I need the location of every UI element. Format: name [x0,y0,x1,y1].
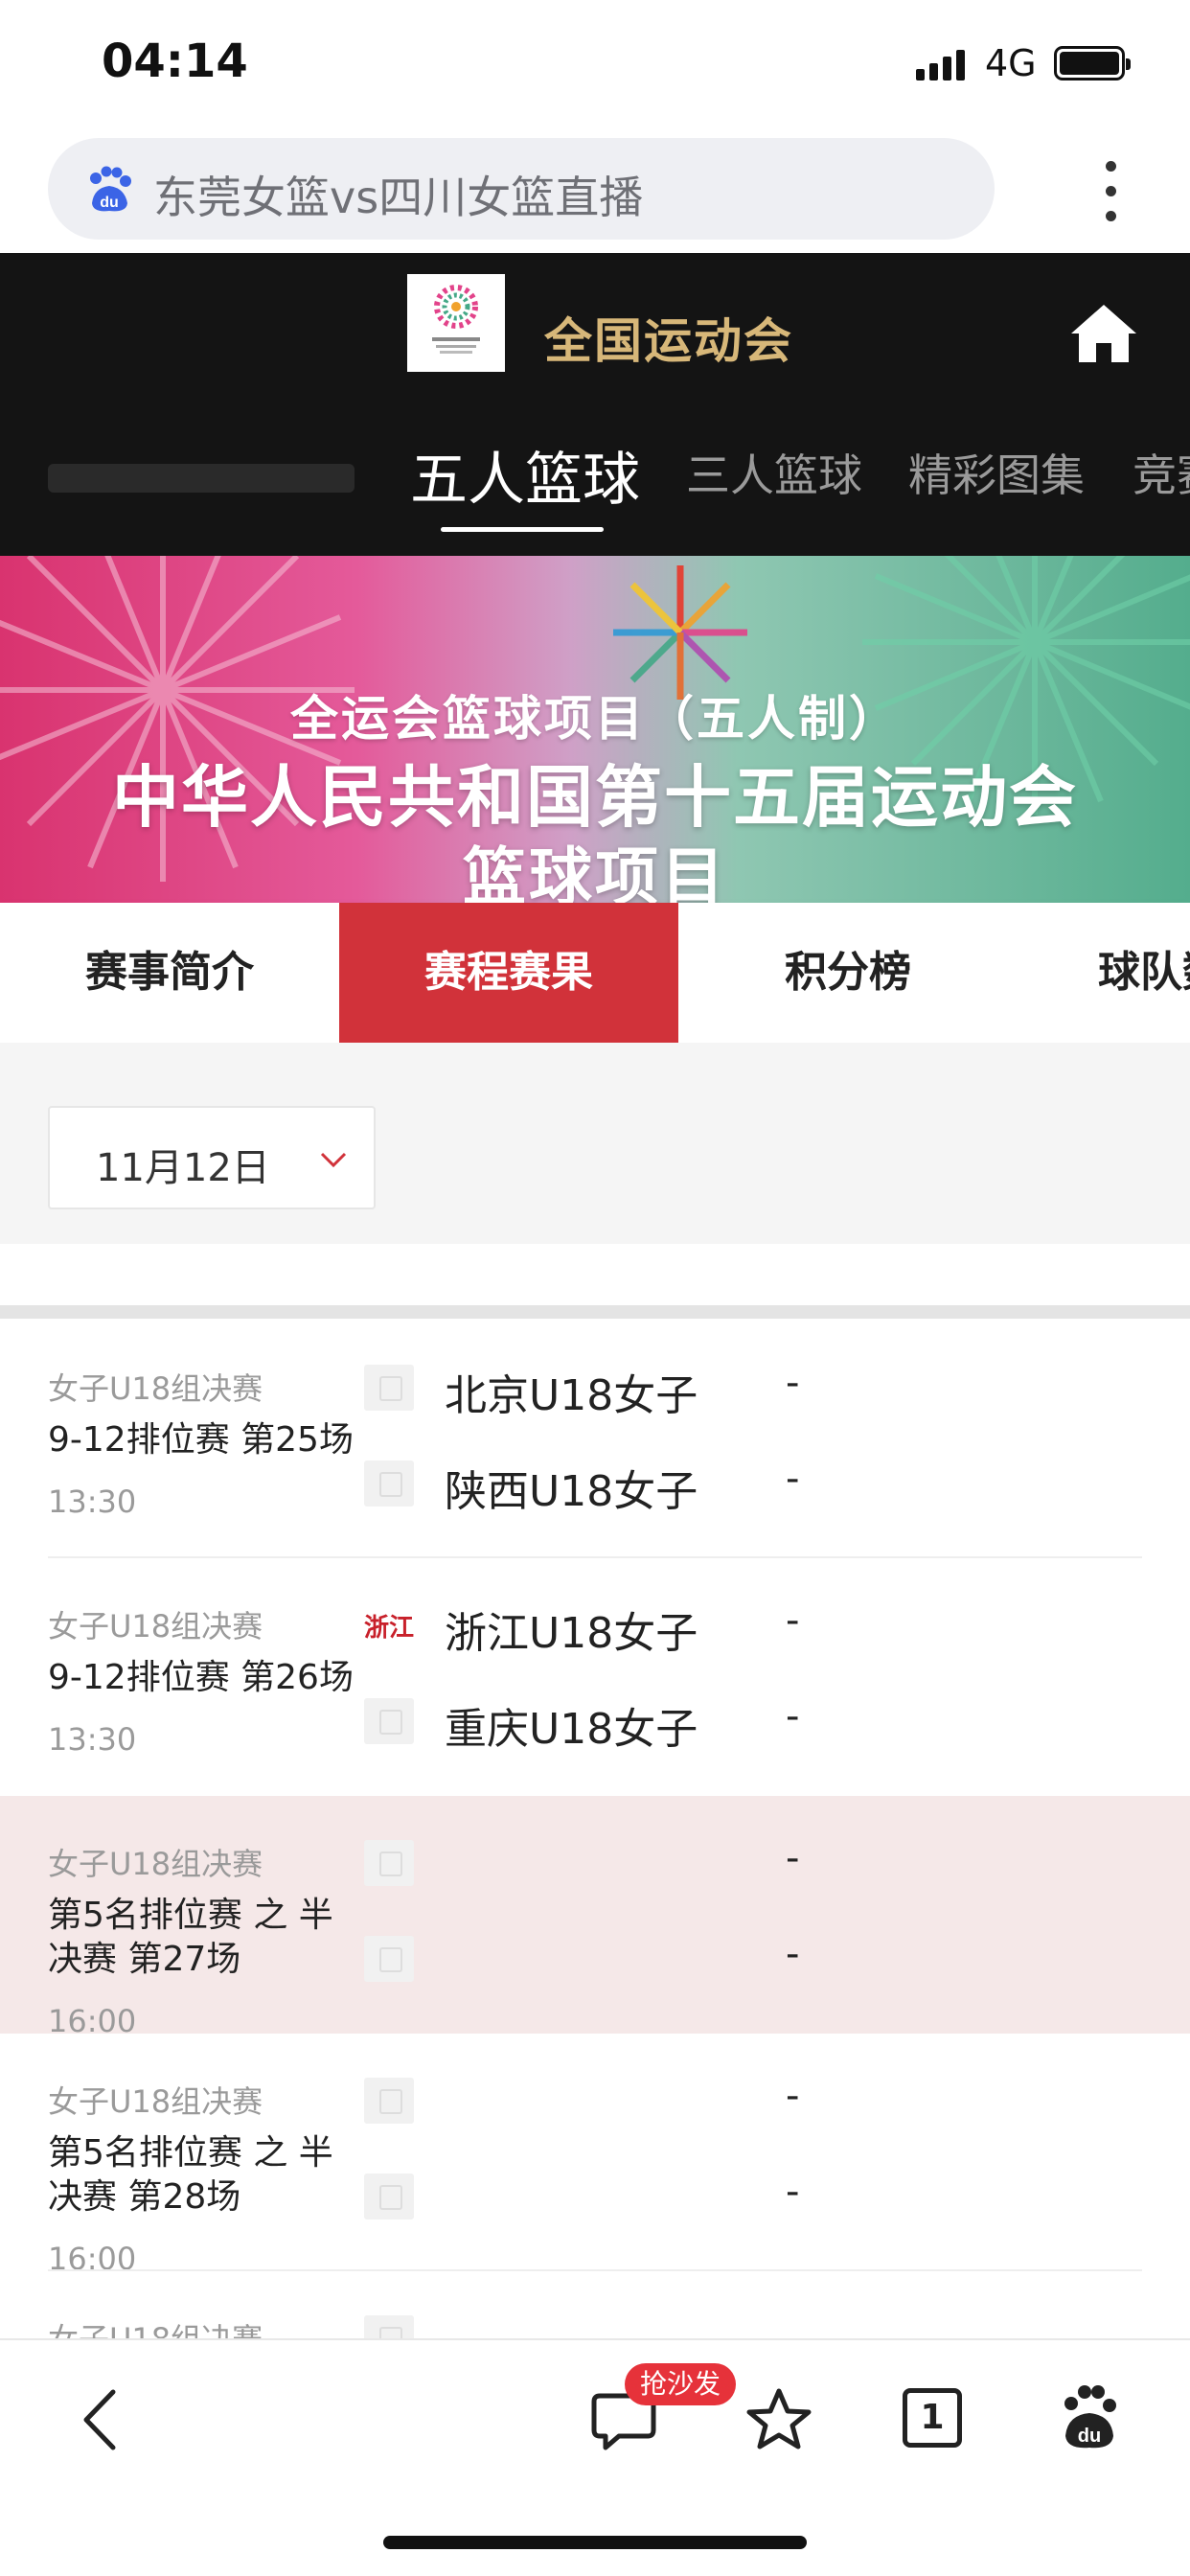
team-logo-placeholder [364,1936,414,1982]
date-filter-area: 11月12日 [0,1043,1190,1244]
team-home-score: - [786,1361,800,1405]
svg-text:du: du [100,195,119,211]
team-logo-placeholder [364,1698,414,1744]
team-away-score: - [786,1694,800,1738]
match-row[interactable]: 女子U18组决赛 9-12排位赛 第25场 13:30 北京U18女子 - 陕西… [0,1321,1190,1558]
match-category: 女子U18组决赛 [48,1370,263,1407]
team-away-score: - [786,1932,800,1976]
tab-overview[interactable]: 赛事简介 [0,903,339,1043]
team-home-score: - [786,1836,800,1880]
tab-schedule-results[interactable]: 赛程赛果 [339,903,678,1043]
baidu-paw-icon: du [90,166,131,212]
status-time: 04:14 [102,34,248,88]
nav-tab-3v3[interactable]: 三人篮球 [686,441,862,504]
team-logo-text: 浙江 [364,1614,415,1643]
match-category: 女子U18组决赛 [48,2083,263,2120]
event-banner: 全运会篮球项目（五人制） 中华人民共和国第十五届运动会 篮球项目 [0,556,1190,903]
network-label: 4G [985,42,1037,84]
team-home-score: - [786,1598,800,1643]
match-round: 9-12排位赛 第26场 [48,1658,354,1697]
match-category: 女子U18组决赛 [48,2315,263,2338]
match-round: 第5名排位赛 之 半决赛 第27场 [48,1896,333,1979]
team-logo-placeholder [364,1460,414,1506]
home-indicator [383,2536,807,2549]
svg-text:du: du [1078,2426,1101,2447]
match-category: 女子U18组决赛 [48,1846,263,1882]
comment-badge: 抢沙发 [625,2363,737,2405]
list-divider [0,1305,1190,1319]
team-away-score: - [786,2170,800,2214]
banner-subtitle: 全运会篮球项目（五人制） [290,691,900,747]
team-away-name: 陕西U18女子 [445,1467,698,1516]
team-home-score: - [786,2074,800,2118]
date-value: 11月12日 [96,1146,270,1190]
chevron-down-icon [320,1152,347,1168]
match-category: 女子U18组决赛 [48,1608,263,1644]
nav-active-underline [441,527,604,532]
nav-tab-5v5[interactable]: 五人篮球 [410,441,640,517]
match-time: 13:30 [48,1721,137,1758]
signal-icon [916,50,968,80]
match-row[interactable]: 女子U18组决赛 9-12排位赛 第26场 13:30 浙江 浙江U18女子 -… [0,1558,1190,1796]
back-arrow-icon[interactable] [75,2386,123,2453]
search-query[interactable]: 东莞女篮vs四川女篮直播 [153,163,643,226]
sport-nav: 五人篮球 三人篮球 精彩图集 竞赛 [0,441,1190,556]
team-logo-placeholder [364,2315,414,2338]
more-menu-icon[interactable] [1094,153,1129,230]
tab-team-stats[interactable]: 球队数据 [1018,903,1190,1043]
nav-tab-competition[interactable]: 竞赛 [1133,441,1190,504]
status-bar: 04:14 4G [0,0,1190,130]
site-header: 全国运动会 五人篮球 三人篮球 精彩图集 竞赛 [0,253,1190,556]
header-title: 全国运动会 [544,313,793,369]
baidu-paw-icon[interactable]: du [1058,2384,1121,2451]
date-select[interactable]: 11月12日 [48,1106,376,1209]
star-favorite-icon[interactable] [745,2386,812,2453]
section-tabs: 赛事简介 赛程赛果 积分榜 球队数据 [0,903,1190,1043]
tab-standings[interactable]: 积分榜 [678,903,1018,1043]
match-row[interactable]: 女子U18组决赛 [0,2271,1190,2338]
team-logo-placeholder [364,1365,414,1411]
match-round: 9-12排位赛 第25场 [48,1420,354,1460]
match-round: 第5名排位赛 之 半决赛 第28场 [48,2133,333,2217]
team-logo-placeholder [364,2174,414,2220]
team-away-name: 重庆U18女子 [445,1705,698,1754]
home-icon[interactable] [1069,301,1138,366]
nav-tab-gallery[interactable]: 精彩图集 [908,441,1085,504]
team-home-name: 北京U18女子 [445,1371,698,1420]
match-time: 13:30 [48,1484,137,1520]
tab-count-icon[interactable]: 1 [903,2388,962,2448]
team-home-name: 浙江U18女子 [445,1609,698,1658]
search-bar[interactable]: du 东莞女篮vs四川女篮直播 [48,138,995,240]
banner-title-line2: 篮球项目 [463,840,727,903]
battery-icon [1054,46,1131,80]
team-logo-zhejiang: 浙江 [364,1602,414,1648]
match-row[interactable]: 女子U18组决赛 第5名排位赛 之 半决赛 第27场 16:00 - - [0,1796,1190,2039]
team-logo-placeholder [364,1840,414,1886]
match-row[interactable]: 女子U18组决赛 第5名排位赛 之 半决赛 第28场 16:00 - - [0,2034,1190,2277]
team-logo-placeholder [364,2078,414,2124]
games-logo[interactable] [407,274,505,372]
team-away-score: - [786,1457,800,1501]
